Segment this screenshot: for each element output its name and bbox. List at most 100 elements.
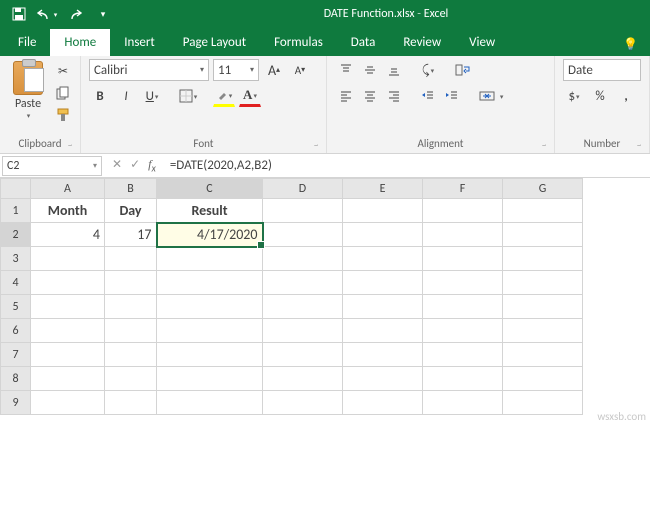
cell[interactable]	[263, 247, 343, 271]
cell[interactable]	[503, 343, 583, 367]
cell[interactable]	[263, 295, 343, 319]
cell-d2[interactable]	[263, 223, 343, 247]
tab-review[interactable]: Review	[389, 29, 455, 56]
cell-c2[interactable]: 4/17/2020	[157, 223, 263, 247]
row-header-8[interactable]: 8	[1, 367, 31, 391]
row-header-6[interactable]: 6	[1, 319, 31, 343]
cell[interactable]	[343, 271, 423, 295]
col-header-a[interactable]: A	[31, 179, 105, 199]
cell[interactable]	[105, 247, 157, 271]
chevron-down-icon[interactable]: ▾	[27, 111, 31, 120]
cell[interactable]	[31, 247, 105, 271]
cell[interactable]	[503, 367, 583, 391]
align-middle-button[interactable]	[359, 59, 381, 81]
cell[interactable]	[263, 271, 343, 295]
row-header-9[interactable]: 9	[1, 391, 31, 415]
bold-button[interactable]: B	[89, 85, 111, 107]
row-header-4[interactable]: 4	[1, 271, 31, 295]
cell[interactable]	[31, 295, 105, 319]
percent-button[interactable]: %	[589, 85, 611, 107]
merge-center-button[interactable]: ▾	[475, 85, 508, 107]
cell[interactable]	[157, 343, 263, 367]
underline-button[interactable]: U▾	[141, 85, 163, 107]
save-icon[interactable]	[8, 3, 30, 25]
italic-button[interactable]: I	[115, 85, 137, 107]
cell[interactable]	[343, 367, 423, 391]
cell[interactable]	[503, 271, 583, 295]
cell[interactable]	[157, 295, 263, 319]
cell-e2[interactable]	[343, 223, 423, 247]
font-size-combo[interactable]: 11▾	[213, 59, 259, 81]
tab-view[interactable]: View	[455, 29, 509, 56]
comma-button[interactable]: ,	[615, 85, 637, 107]
cell-c1[interactable]: Result	[157, 199, 263, 223]
qat-customize-icon[interactable]: ▾	[92, 3, 114, 25]
cell[interactable]	[157, 271, 263, 295]
cell[interactable]	[105, 391, 157, 415]
formula-bar[interactable]: =DATE(2020,A2,B2)	[166, 158, 650, 173]
cut-icon[interactable]: ✂	[54, 63, 72, 79]
cell[interactable]	[423, 367, 503, 391]
tab-formulas[interactable]: Formulas	[260, 29, 337, 56]
align-bottom-button[interactable]	[383, 59, 405, 81]
col-header-e[interactable]: E	[343, 179, 423, 199]
row-header-1[interactable]: 1	[1, 199, 31, 223]
increase-indent-button[interactable]	[441, 85, 463, 107]
cell[interactable]	[423, 391, 503, 415]
cell[interactable]	[263, 367, 343, 391]
cell[interactable]	[263, 343, 343, 367]
cell-d1[interactable]	[263, 199, 343, 223]
cell-g2[interactable]	[503, 223, 583, 247]
cell[interactable]	[157, 319, 263, 343]
format-painter-icon[interactable]	[54, 107, 72, 123]
borders-button[interactable]: ▾	[177, 85, 199, 107]
tab-file[interactable]: File	[4, 29, 50, 56]
copy-icon[interactable]	[54, 85, 72, 101]
font-name-combo[interactable]: Calibri▾	[89, 59, 209, 81]
cell-f1[interactable]	[423, 199, 503, 223]
increase-font-button[interactable]: A▴	[263, 59, 285, 81]
number-format-combo[interactable]: Date	[563, 59, 641, 81]
cancel-icon[interactable]: ✕	[112, 157, 122, 174]
cell[interactable]	[263, 391, 343, 415]
align-right-button[interactable]	[383, 85, 405, 107]
col-header-d[interactable]: D	[263, 179, 343, 199]
cell-f2[interactable]	[423, 223, 503, 247]
cell[interactable]	[105, 367, 157, 391]
font-color-button[interactable]: A▾	[239, 85, 261, 107]
col-header-f[interactable]: F	[423, 179, 503, 199]
accounting-format-button[interactable]: $▾	[563, 85, 585, 107]
cell[interactable]	[423, 319, 503, 343]
cell[interactable]	[105, 319, 157, 343]
cell-a1[interactable]: Month	[31, 199, 105, 223]
align-center-button[interactable]	[359, 85, 381, 107]
cell[interactable]	[105, 295, 157, 319]
enter-icon[interactable]: ✓	[130, 157, 140, 174]
cell[interactable]	[343, 343, 423, 367]
worksheet-grid[interactable]: A B C D E F G 1 Month Day Result 2 4 17 …	[0, 178, 650, 415]
decrease-font-button[interactable]: A▾	[289, 59, 311, 81]
cell[interactable]	[343, 295, 423, 319]
cell[interactable]	[31, 271, 105, 295]
cell[interactable]	[423, 343, 503, 367]
tab-home[interactable]: Home	[50, 29, 110, 56]
align-top-button[interactable]	[335, 59, 357, 81]
cell[interactable]	[263, 319, 343, 343]
cell[interactable]	[423, 295, 503, 319]
cell[interactable]	[503, 319, 583, 343]
cell[interactable]	[423, 271, 503, 295]
decrease-indent-button[interactable]	[417, 85, 439, 107]
cell-a2[interactable]: 4	[31, 223, 105, 247]
fill-color-button[interactable]: ▾	[213, 85, 235, 107]
row-header-2[interactable]: 2	[1, 223, 31, 247]
cell[interactable]	[105, 343, 157, 367]
cell[interactable]	[343, 247, 423, 271]
row-header-7[interactable]: 7	[1, 343, 31, 367]
row-header-3[interactable]: 3	[1, 247, 31, 271]
tab-page-layout[interactable]: Page Layout	[169, 29, 260, 56]
wrap-text-button[interactable]	[451, 59, 475, 81]
undo-icon[interactable]: ▾	[36, 3, 58, 25]
paste-button[interactable]: Paste ▾	[8, 59, 48, 135]
col-header-g[interactable]: G	[503, 179, 583, 199]
cell-b2[interactable]: 17	[105, 223, 157, 247]
